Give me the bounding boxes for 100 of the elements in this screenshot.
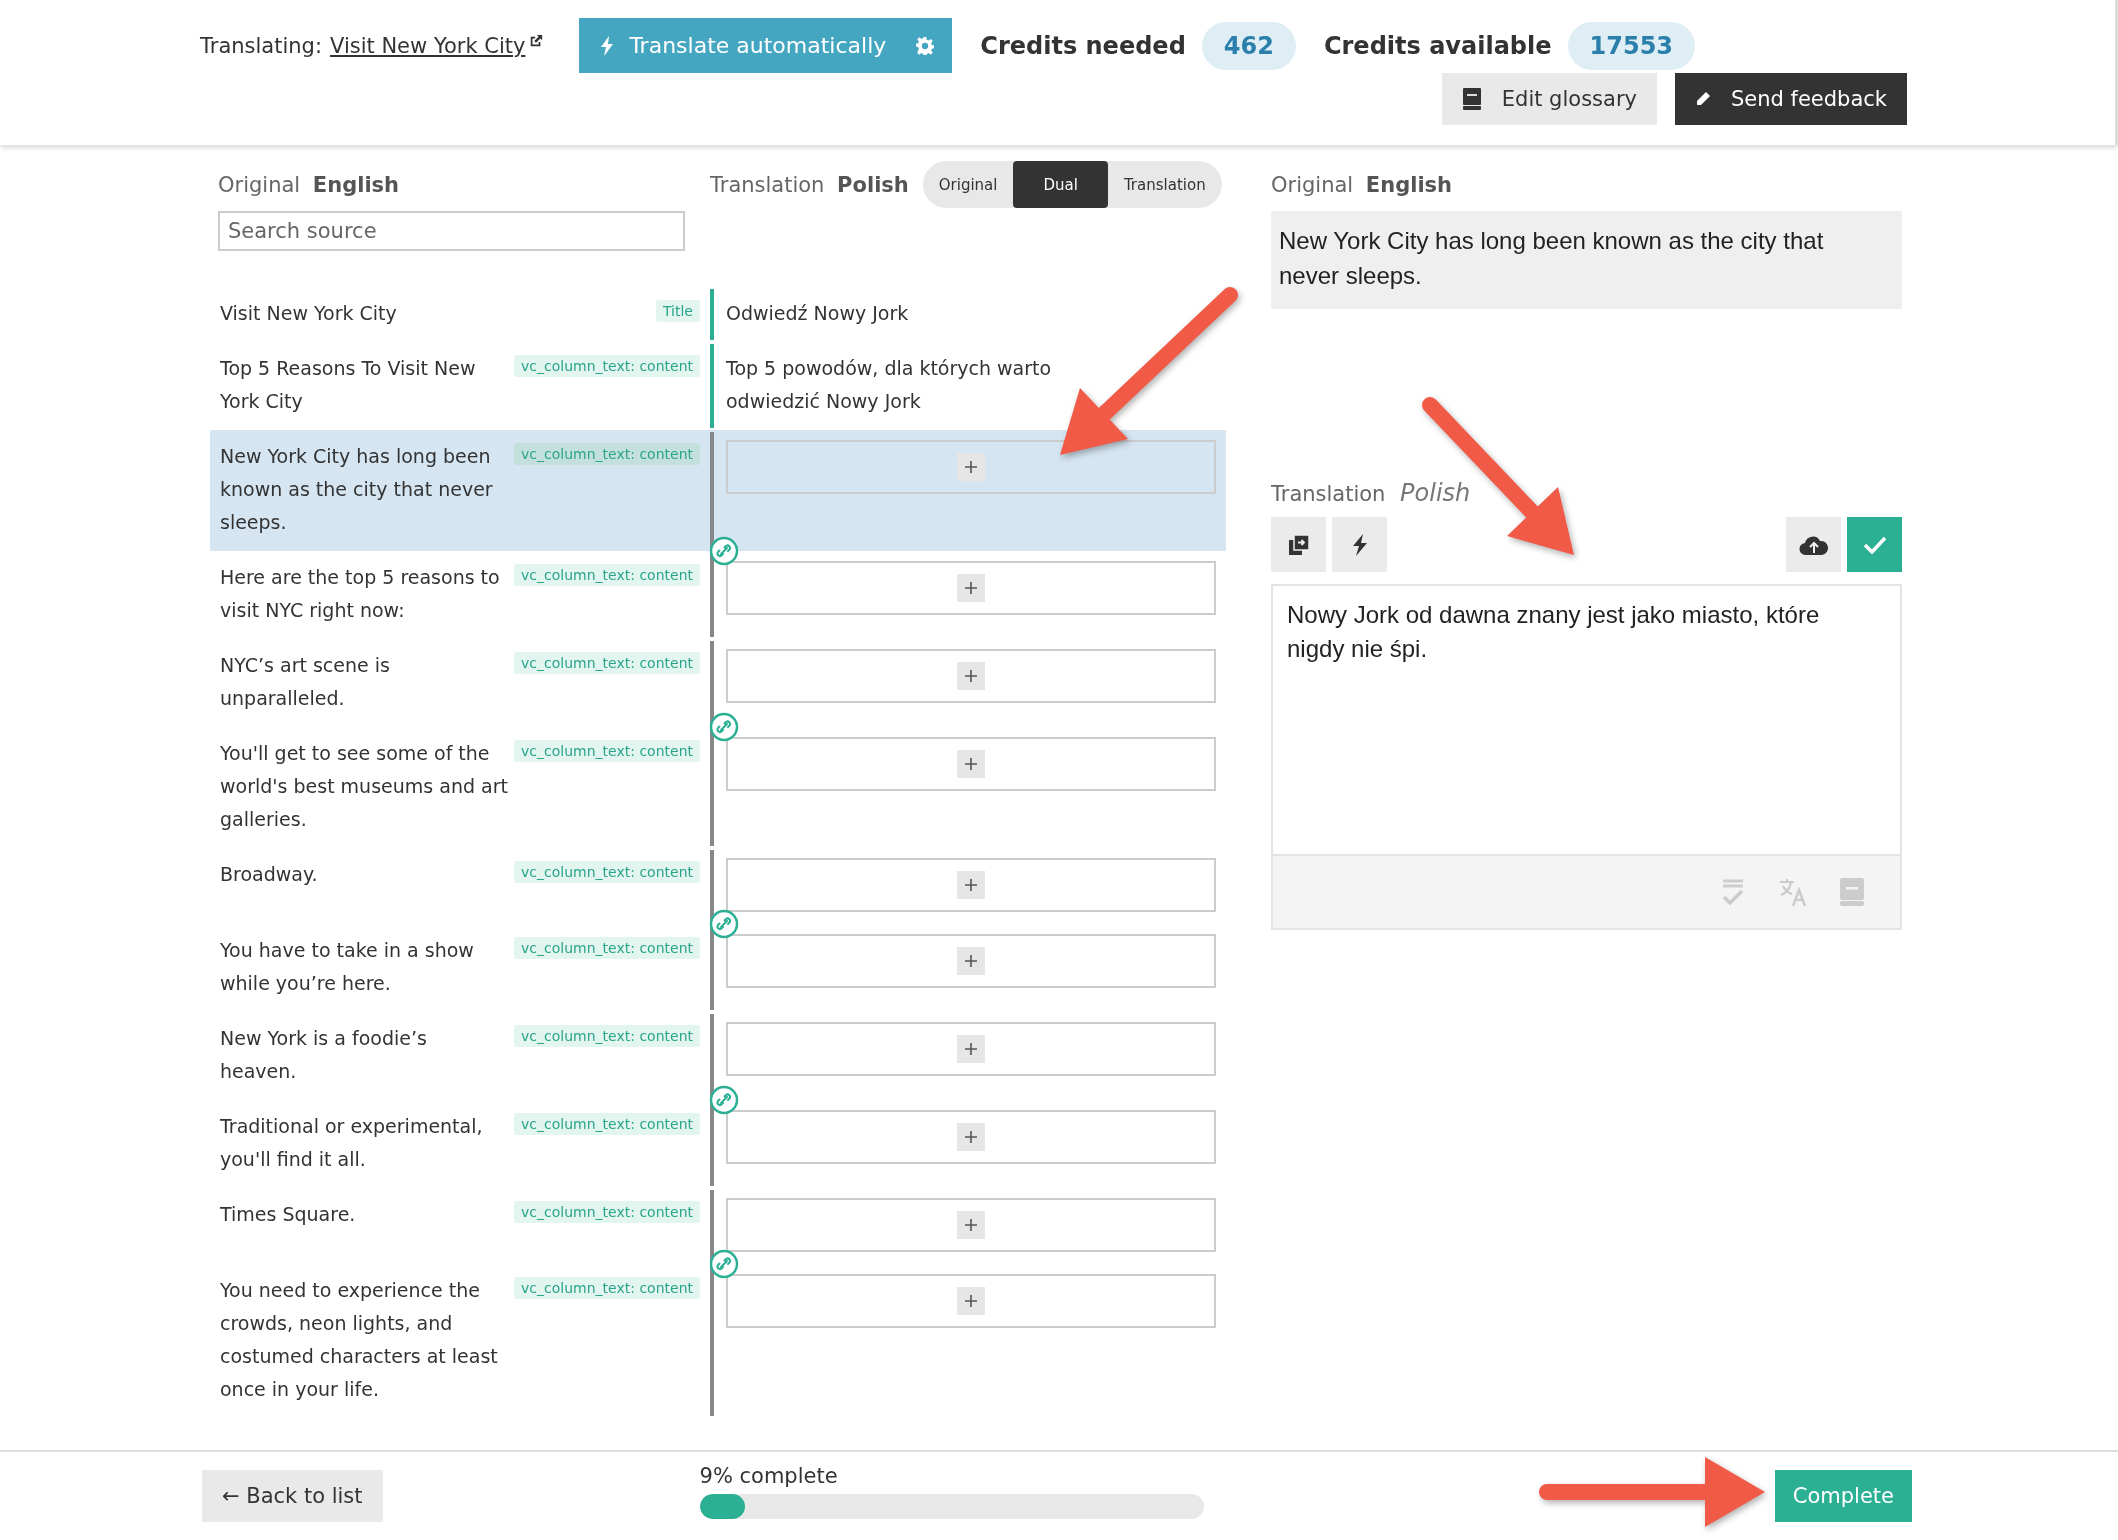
back-to-list-button[interactable]: ← Back to list [202,1470,383,1522]
field-tag: vc_column_text: content [514,1113,700,1135]
empty-translation-field[interactable] [726,858,1216,912]
segment-row[interactable]: Visit New York City Title Odwiedź Nowy Jork [210,287,1226,342]
field-tag: vc_column_text: content [514,564,700,586]
plus-icon [965,1131,977,1143]
segment-row[interactable]: Top 5 Reasons To Visit New York City vc_column_text: content Top 5 powodów, dla których warto odwiedzić Nowy Jork [210,342,1226,430]
field-tag: vc_column_text: content [514,443,700,465]
add-translation-button[interactable] [957,750,985,778]
plus-icon [965,758,977,770]
add-translation-button[interactable] [957,453,985,481]
plus-icon [965,1295,977,1307]
field-tag: vc_column_text: content [514,1201,700,1223]
document-link[interactable]: Visit New York City [330,33,526,58]
field-tag: vc_column_text: content [514,937,700,959]
source-text: Visit New York City [220,301,398,326]
empty-translation-field[interactable] [726,1022,1216,1076]
segment-row[interactable]: Here are the top 5 reasons to visit NYC right now: vc_column_text: content [210,551,1226,639]
plus-icon [965,1043,977,1055]
auto-translate-button[interactable] [1332,517,1387,572]
credits-label: Credits available [1323,31,1552,60]
link-icon[interactable] [709,1249,739,1279]
field-tag: vc_column_text: content [514,652,700,674]
link-icon[interactable] [709,712,739,742]
add-translation-button[interactable] [957,662,985,690]
field-tag: vc_column_text: content [514,861,700,883]
translation-field[interactable]: Nowy Jork od dawna znany jest jako miasto, które nigdy nie śpi. [1271,584,1902,854]
external-link-icon [529,33,544,48]
empty-translation-field[interactable] [726,440,1216,494]
source-text: New York City has long been known as the city that never sleeps. [220,444,494,535]
source-text: You need to experience the crowds, neon lights, and costumed characters at least once in your life. [220,1278,499,1402]
source-text: Traditional or experimental, you'll find it all. [220,1114,484,1172]
add-translation-button[interactable] [957,574,985,602]
segment-row[interactable]: Traditional or experimental, you'll find it all. vc_column_text: content [210,1100,1226,1188]
view-mode-tab[interactable]: Translation [1107,161,1222,208]
field-tag: vc_column_text: content [514,355,700,377]
link-icon[interactable] [709,1085,739,1115]
translating-label: Translating: [200,33,322,58]
source-text-panel: New York City has long been known as the city that never sleeps. [1271,211,1902,309]
settings-icon [916,36,935,55]
plus-icon [965,879,977,891]
source-language-label: Original English [218,173,401,197]
target-language-label: Translation Polish [1271,479,1472,507]
add-translation-button[interactable] [957,1287,985,1315]
send-feedback-button[interactable]: Send feedback [1674,73,1907,125]
save-translation-button[interactable] [1847,517,1902,572]
field-tag: Title [656,300,700,322]
add-translation-button[interactable] [957,947,985,975]
target-language-label: Translation Polish [710,173,909,197]
source-text: Times Square. [220,1202,357,1227]
empty-translation-field[interactable] [726,934,1216,988]
plus-icon [965,582,977,594]
edit-glossary-button[interactable]: Edit glossary [1441,73,1657,125]
field-tag: vc_column_text: content [514,740,700,762]
source-language-label: Original English [1271,173,1454,197]
translation-text: Odwiedź Nowy Jork [726,301,910,326]
source-text: NYC’s art scene is unparalleled. [220,653,391,711]
view-mode-tab[interactable]: Original [922,161,1014,208]
empty-translation-field[interactable] [726,1274,1216,1328]
source-text: Broadway. [220,862,319,887]
translation-text: Top 5 powodów, dla których warto odwiedzić Nowy Jork [726,356,1053,414]
segment-row[interactable]: Broadway. vc_column_text: content [210,848,1226,924]
link-icon[interactable] [709,909,739,939]
source-text: Here are the top 5 reasons to visit NYC right now: [220,565,501,623]
source-text: New York is a foodie’s heaven. [220,1026,428,1084]
segment-row[interactable]: New York is a foodie’s heaven. vc_column_text: content [210,1012,1226,1100]
field-tag: vc_column_text: content [514,1277,700,1299]
add-translation-button[interactable] [957,871,985,899]
pencil-icon [1694,91,1711,107]
add-translation-button[interactable] [957,1123,985,1151]
empty-translation-field[interactable] [726,1110,1216,1164]
empty-translation-field[interactable] [726,649,1216,703]
segment-row[interactable]: You need to experience the crowds, neon lights, and costumed characters at least once in your life. vc_column_text: content [210,1264,1226,1418]
plus-icon [965,670,977,682]
segment-row[interactable]: Times Square. vc_column_text: content [210,1188,1226,1264]
bolt-icon [599,35,616,56]
source-text: You have to take in a show while you’re here. [220,938,475,996]
credits-count: 17553 [1567,21,1696,70]
copy-icon [1287,533,1310,556]
field-tag: vc_column_text: content [514,1025,700,1047]
copy-source-button[interactable] [1271,517,1326,572]
add-translation-button[interactable] [957,1211,985,1239]
plus-icon [965,955,977,967]
bolt-icon [1351,533,1368,556]
glossary-book-icon [1461,88,1482,110]
view-mode-tab[interactable]: Dual [1013,161,1108,208]
empty-translation-field[interactable] [726,1198,1216,1252]
segment-row[interactable]: NYC’s art scene is unparalleled. vc_column_text: content [210,639,1226,727]
empty-translation-field[interactable] [726,737,1216,791]
selected-row[interactable]: New York City has long been known as the city that never sleeps. vc_column_text: content [210,430,1226,551]
segment-row[interactable]: You have to take in a show while you’re here. vc_column_text: content [210,924,1226,1012]
upload-button[interactable] [1786,517,1841,572]
empty-translation-field[interactable] [726,561,1216,615]
segment-row[interactable]: You'll get to see some of the world's best museums and art galleries. vc_column_text: content [210,727,1226,848]
add-translation-button[interactable] [957,1035,985,1063]
spellcheck-icon[interactable] [1720,877,1746,907]
credits-label: Credits needed [980,31,1186,60]
progress-label: 9% complete [699,1463,839,1488]
search-field[interactable]: Search source [218,211,685,251]
link-icon[interactable] [709,536,739,566]
